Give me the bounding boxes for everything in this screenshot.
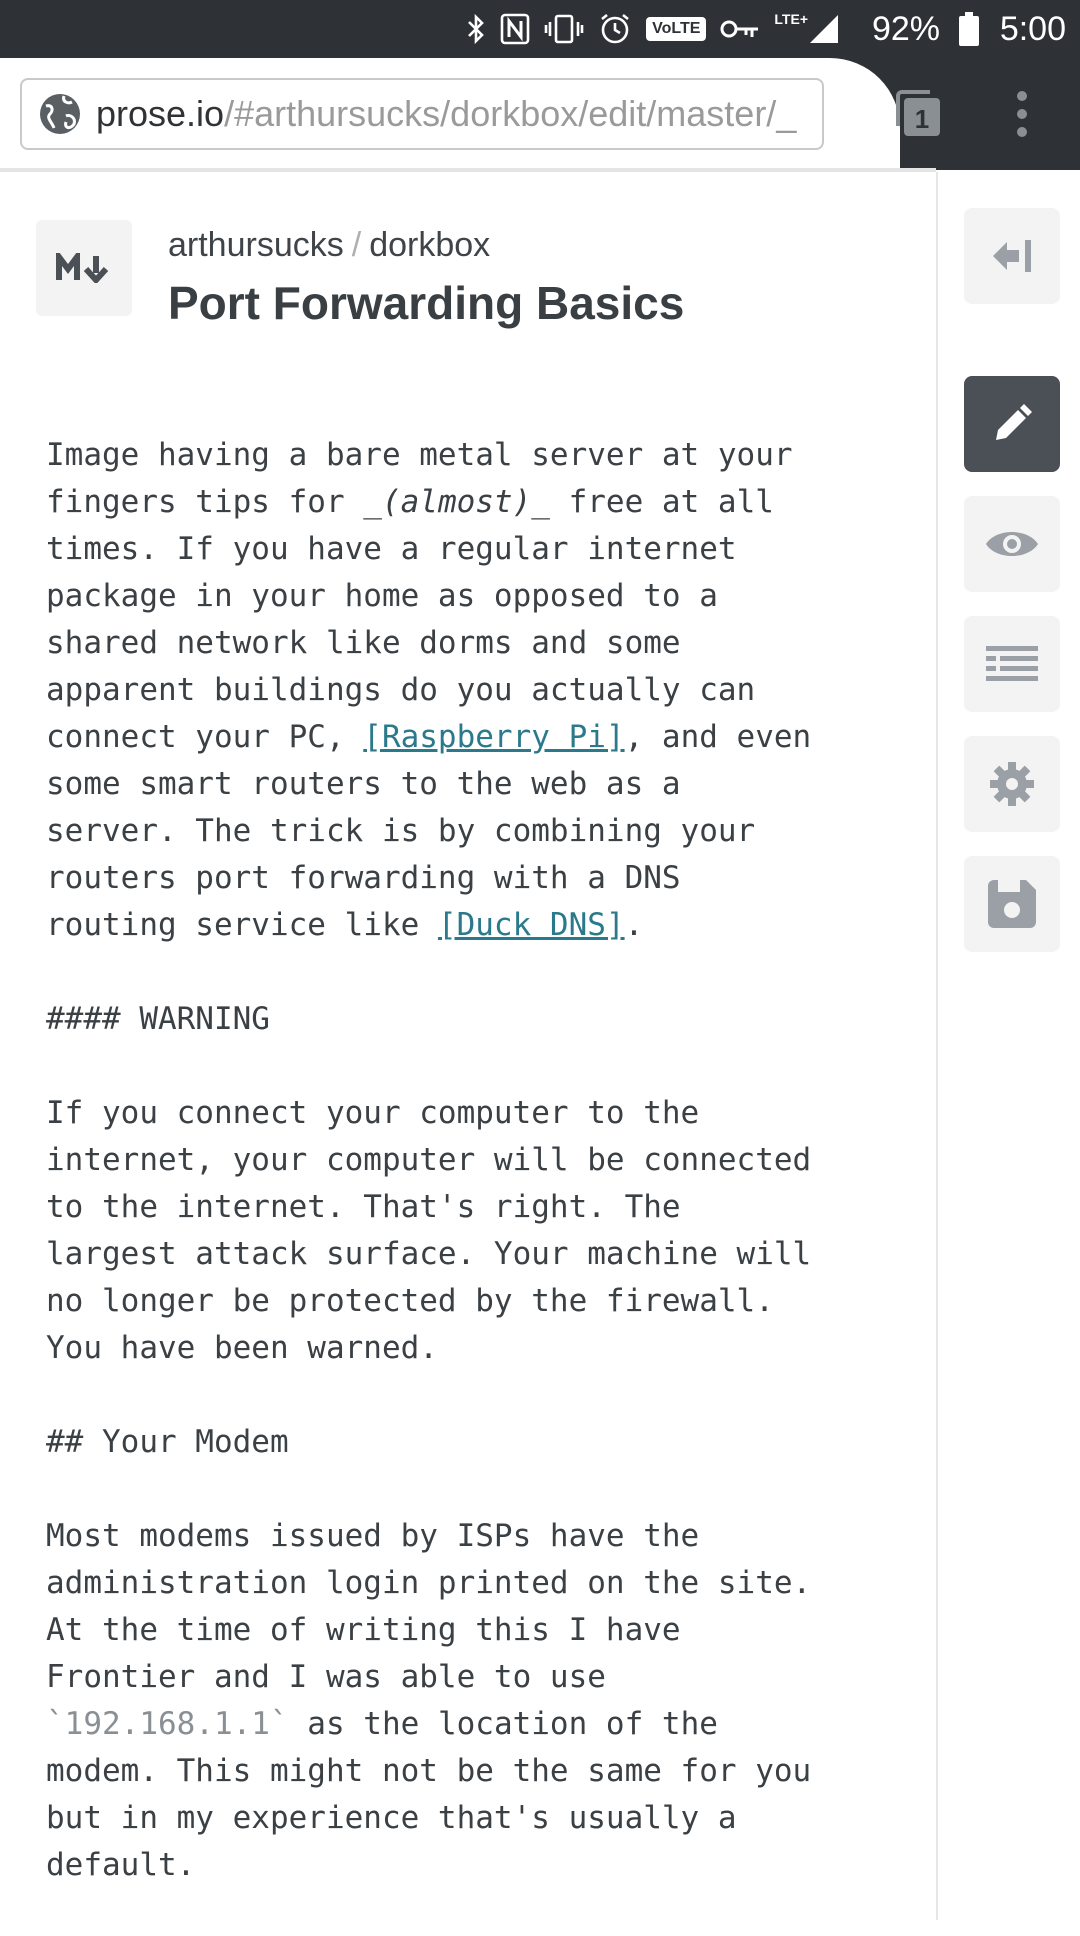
intro-emphasis: (almost) [381,484,532,520]
save-icon [988,880,1036,928]
alarm-icon [598,10,632,48]
modem-heading: ## Your Modem [46,1424,289,1460]
modem-paragraph: Most modems issued by ISPs have the admi… [46,1513,906,1889]
status-clock: 5:00 [999,10,1066,48]
battery-icon [958,12,980,46]
overflow-menu-icon [1017,91,1027,137]
breadcrumb: arthursucks / dorkbox [168,226,490,265]
back-to-repo-button[interactable] [964,208,1060,304]
tabs-icon: 1 [896,90,940,136]
vibrate-icon [544,10,584,48]
metadata-button[interactable] [964,616,1060,712]
intro-text-d: . [624,907,644,943]
modem-ip-code: `192.168.1.1` [46,1706,289,1742]
tabs-button[interactable]: 1 [890,86,946,142]
breadcrumb-repo-link[interactable]: dorkbox [369,226,490,264]
overflow-menu-button[interactable] [1004,82,1040,146]
status-icons: VoLTE LTE+ [466,10,840,48]
url-text: prose.io/#arthursucks/dorkbox/edit/maste… [96,93,796,135]
tab-count: 1 [915,104,929,134]
url-host: prose.io [96,93,225,134]
modem-text-a: Most modems issued by ISPs have the admi… [46,1518,812,1695]
warning-heading: #### WARNING [46,1001,270,1037]
editor-paragraph-intro: Image having a bare metal server at your… [46,432,906,949]
markdown-editor[interactable]: Image having a bare metal server at your… [46,432,906,1936]
edit-button[interactable] [964,376,1060,472]
right-sidebar [936,172,1080,1920]
raspberry-pi-link[interactable]: [Raspberry Pi] [363,719,624,755]
list-icon [986,646,1038,681]
battery-percent: 92% [871,10,940,48]
arrow-left-bar-icon [993,240,1031,272]
volte-icon: VoLTE [646,10,707,48]
globe-icon [38,92,82,136]
file-header: arthursucks / dorkbox Port Forwarding Basi… [0,172,936,372]
browser-toolbar: prose.io/#arthursucks/dorkbox/edit/maste… [0,58,1080,170]
settings-button[interactable] [964,736,1060,832]
preview-button[interactable] [964,496,1060,592]
eye-icon [986,532,1038,556]
intro-text-b: _ free at all times. If you have a regul… [46,484,774,755]
breadcrumb-owner-link[interactable]: arthursucks [168,226,344,264]
nfc-icon [500,10,530,48]
page-title[interactable]: Port Forwarding Basics [168,276,684,330]
browser-active-tab: prose.io/#arthursucks/dorkbox/edit/maste… [0,58,900,170]
markdown-icon [56,253,109,283]
vpn-key-icon [720,10,760,48]
gear-icon [990,762,1034,806]
status-bar: VoLTE LTE+ 92% 5:00 [0,0,1080,58]
markdown-badge [36,220,132,316]
warning-paragraph: If you connect your computer to the inte… [46,1095,812,1366]
url-path: /#arthursucks/dorkbox/edit/master/_ [224,93,797,134]
duck-dns-link[interactable]: [Duck DNS] [438,907,625,943]
pencil-icon [996,404,1032,440]
signal-icon: LTE+ [774,10,840,48]
breadcrumb-separator: / [351,226,362,264]
bluetooth-icon [466,10,486,48]
save-button[interactable] [964,856,1060,952]
url-bar[interactable]: prose.io/#arthursucks/dorkbox/edit/maste… [20,78,824,150]
